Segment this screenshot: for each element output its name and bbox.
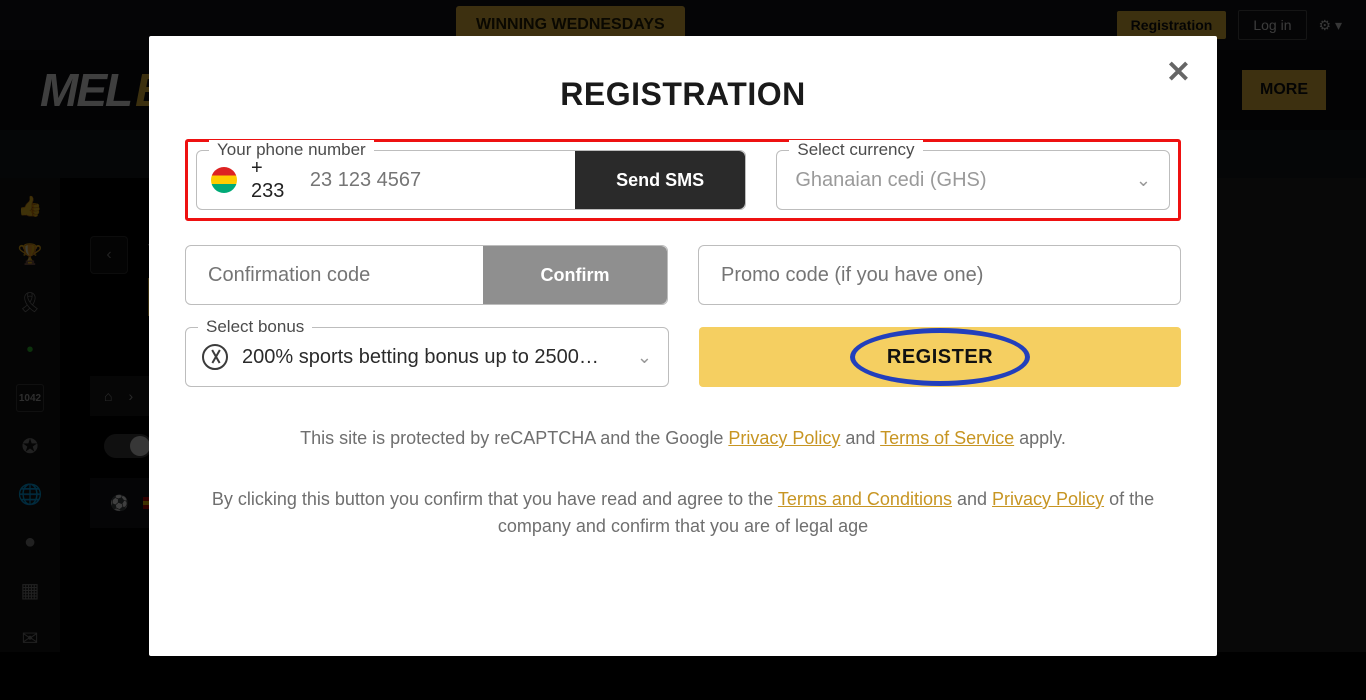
flag-gh-icon[interactable] xyxy=(211,167,237,193)
chevron-down-icon: ⌄ xyxy=(1136,170,1151,191)
modal-title: REGISTRATION xyxy=(185,76,1181,113)
promo-code-input[interactable] xyxy=(699,264,1180,287)
currency-value: Ghanaian cedi (GHS) xyxy=(795,169,986,192)
recaptcha-notice: This site is protected by reCAPTCHA and … xyxy=(185,425,1181,452)
register-button-label: REGISTER xyxy=(887,346,993,368)
confirm-button[interactable]: Confirm xyxy=(483,246,667,304)
phone-legend: Your phone number xyxy=(209,140,374,160)
google-tos-link[interactable]: Terms of Service xyxy=(880,428,1014,448)
soccer-ball-icon xyxy=(202,344,228,370)
privacy-link[interactable]: Privacy Policy xyxy=(992,489,1104,509)
chevron-down-icon: ⌄ xyxy=(637,347,652,368)
terms-link[interactable]: Terms and Conditions xyxy=(778,489,952,509)
bonus-legend: Select bonus xyxy=(198,317,312,337)
dial-code: + 233 xyxy=(251,157,298,203)
currency-select[interactable]: Select currency Ghanaian cedi (GHS) ⌄ xyxy=(776,150,1170,210)
bonus-select[interactable]: Select bonus 200% sports betting bonus u… xyxy=(185,327,669,387)
promo-code-field xyxy=(698,245,1181,305)
phone-fieldset: Your phone number + 233 Send SMS xyxy=(196,150,746,210)
currency-legend: Select currency xyxy=(789,140,922,160)
agree-notice: By clicking this button you confirm that… xyxy=(185,486,1181,540)
google-privacy-link[interactable]: Privacy Policy xyxy=(728,428,840,448)
send-sms-button[interactable]: Send SMS xyxy=(575,151,745,209)
bonus-value: 200% sports betting bonus up to 2500… xyxy=(242,346,623,369)
register-button[interactable]: REGISTER xyxy=(699,327,1181,387)
confirmation-code-field: Confirm xyxy=(185,245,668,305)
close-icon[interactable]: ✕ xyxy=(1166,58,1191,88)
confirmation-code-input[interactable] xyxy=(186,264,483,287)
highlight-box: Your phone number + 233 Send SMS Select … xyxy=(185,139,1181,221)
registration-modal: ✕ REGISTRATION Your phone number + 233 S… xyxy=(149,36,1217,656)
